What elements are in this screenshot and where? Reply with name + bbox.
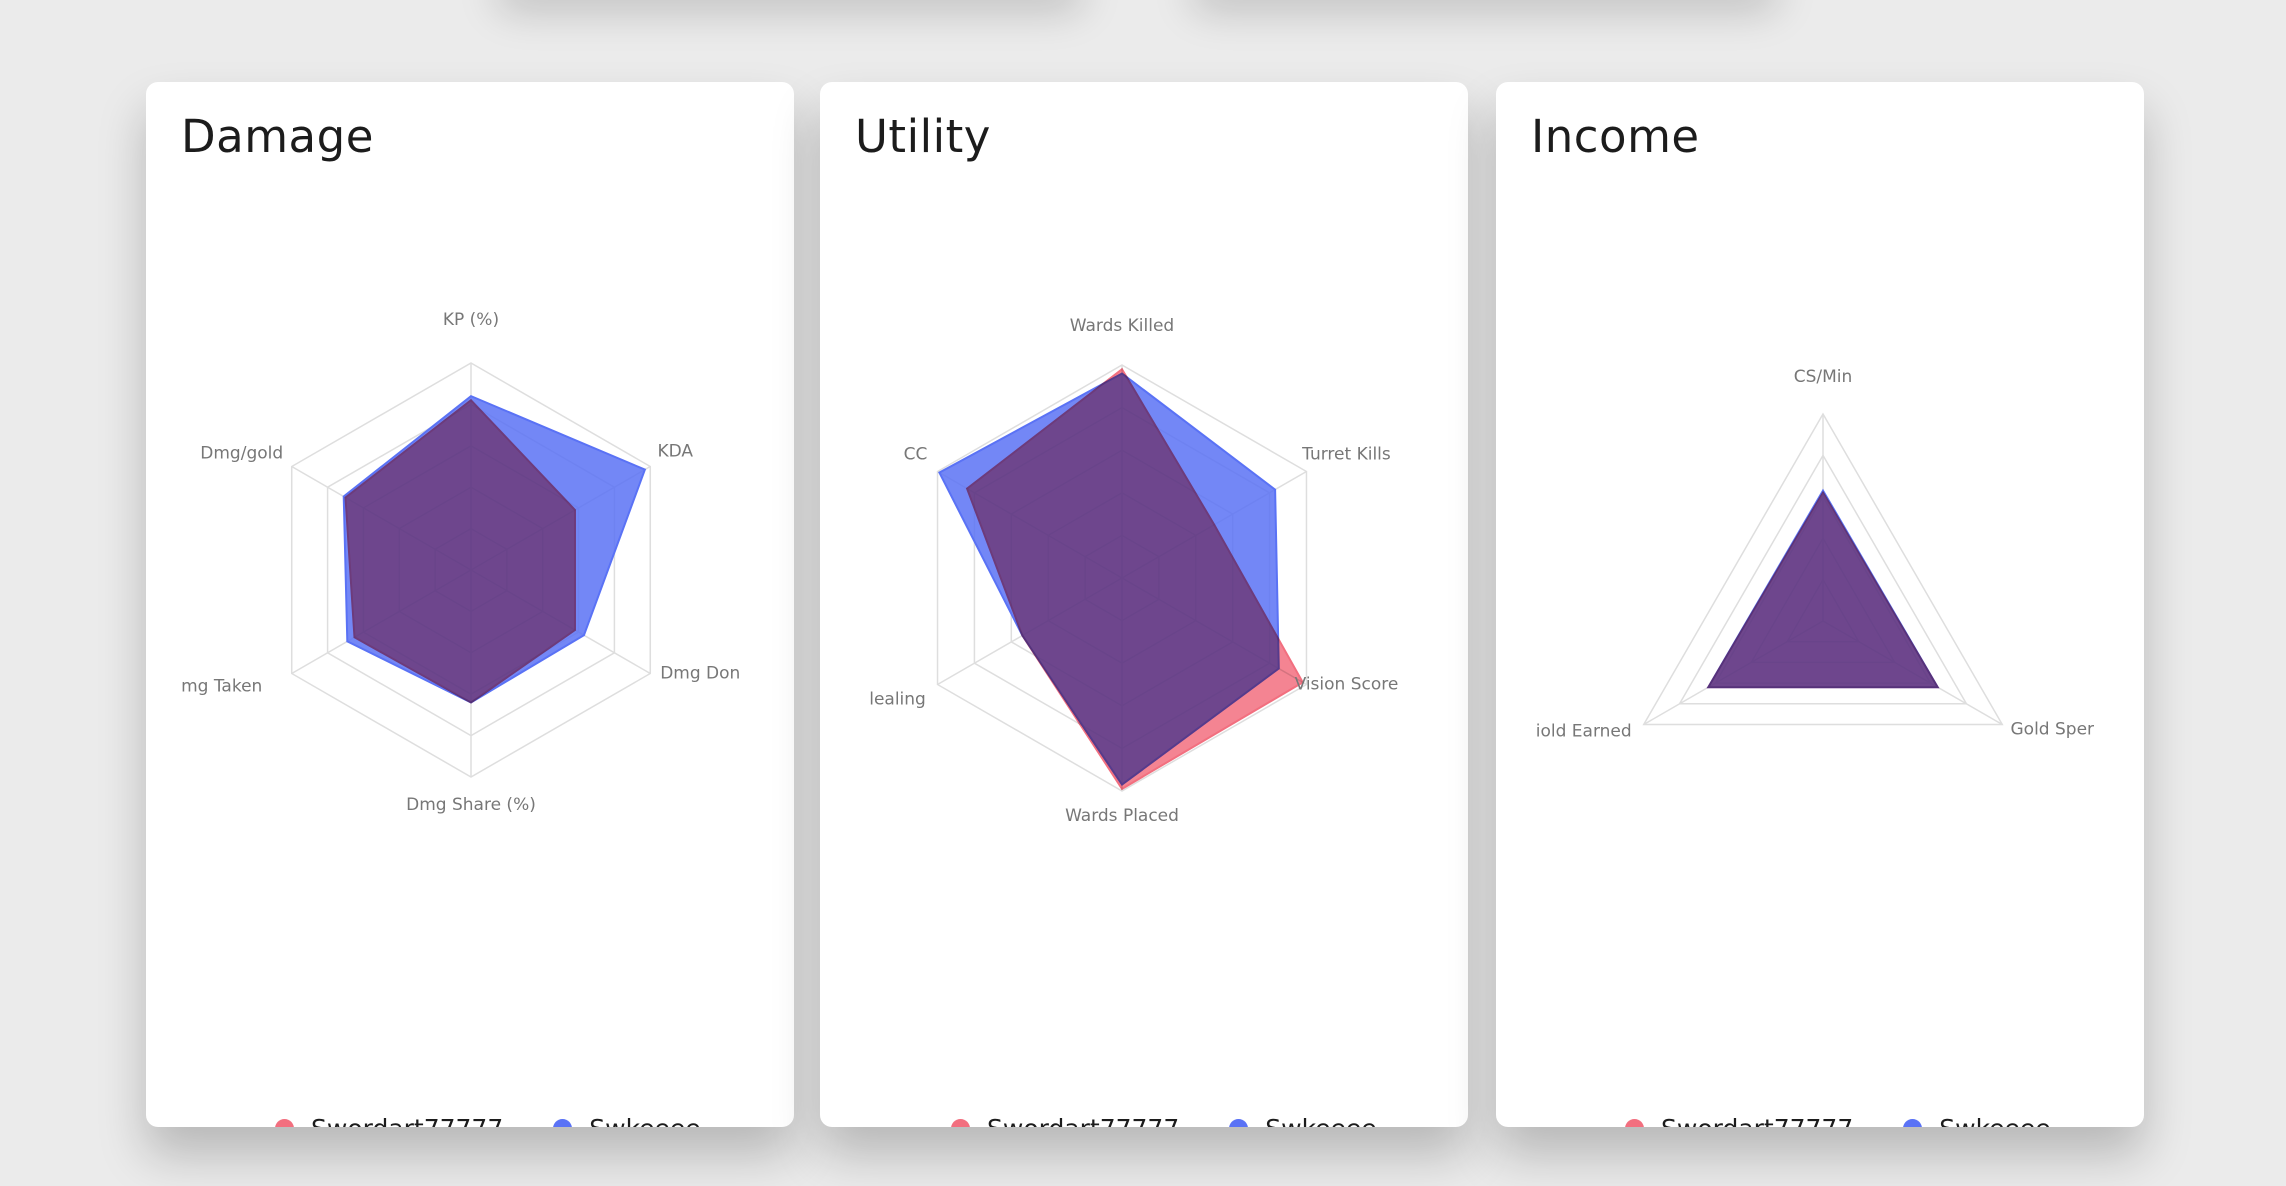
utility-radar-chart: Wards Killed Turret Kills Vision Score Ward… [869, 316, 1399, 826]
legend-item-swkeeee[interactable]: Swkeeee [1229, 1114, 1377, 1128]
income-radar-chart: CS/Min Gold Sper iold Earned [1536, 367, 2095, 742]
legend-item-swkeeee[interactable]: Swkeeee [1903, 1114, 2051, 1128]
axis-label: Dmg/gold [200, 444, 283, 464]
axis-label: Vision Score [1295, 675, 1399, 695]
damage-card: Damage KP (%) KDA Dmg Don Dmg Share (%) mg T… [146, 82, 794, 1127]
axis-label: Dmg Share (%) [406, 795, 536, 815]
axis-label: mg Taken [181, 677, 262, 697]
axis-label: lealing [869, 690, 926, 710]
legend: Swordart77777 Swkeeee [951, 1108, 1377, 1127]
legend-dot-icon [1625, 1118, 1644, 1127]
legend-label: Swordart77777 [1661, 1114, 1853, 1128]
legend-dot-icon [1903, 1118, 1923, 1127]
axis-label: Dmg Don [660, 664, 740, 684]
legend-item-swordart77777[interactable]: Swordart77777 [1625, 1114, 1853, 1128]
axis-label: KDA [657, 442, 693, 462]
legend-label: Swkeeee [1939, 1114, 2050, 1128]
legend-item-swkeeee[interactable]: Swkeeee [553, 1114, 701, 1128]
legend-item-swordart77777[interactable]: Swordart77777 [275, 1114, 503, 1128]
legend-dot-icon [275, 1118, 294, 1127]
axis-label: CS/Min [1794, 367, 1853, 387]
income-card: Income CS/MinGold Speriold Earned Sworda… [1496, 82, 2144, 1127]
axis-label: CC [904, 445, 928, 465]
series-area-swordart77777 [1706, 490, 1940, 689]
axis-label: Wards Killed [1070, 316, 1174, 336]
legend: Swordart77777 Swkeeee [1625, 1108, 2051, 1127]
damage-radar-chart: KP (%) KDA Dmg Don Dmg Share (%) mg Taken Dmg… [181, 310, 740, 815]
legend-dot-icon [951, 1118, 970, 1127]
legend-label: Swkeeee [1265, 1114, 1376, 1128]
axis-label: Gold Sper [2011, 720, 2095, 740]
utility-card: Utility Wards Killed Turret Kills Vision S… [820, 82, 1468, 1127]
axis-label: iold Earned [1536, 722, 1632, 742]
axis-label: KP (%) [443, 310, 499, 330]
axis-label: Turret Kills [1301, 445, 1391, 465]
axis-label: Wards Placed [1065, 806, 1179, 826]
legend-dot-icon [553, 1118, 573, 1127]
legend-item-swordart77777[interactable]: Swordart77777 [951, 1114, 1179, 1128]
legend-dot-icon [1229, 1118, 1249, 1127]
legend-label: Swkeeee [589, 1114, 700, 1128]
legend-label: Swordart77777 [987, 1114, 1179, 1128]
legend: Swordart77777 Swkeeee [275, 1108, 701, 1127]
legend-label: Swordart77777 [311, 1114, 503, 1128]
